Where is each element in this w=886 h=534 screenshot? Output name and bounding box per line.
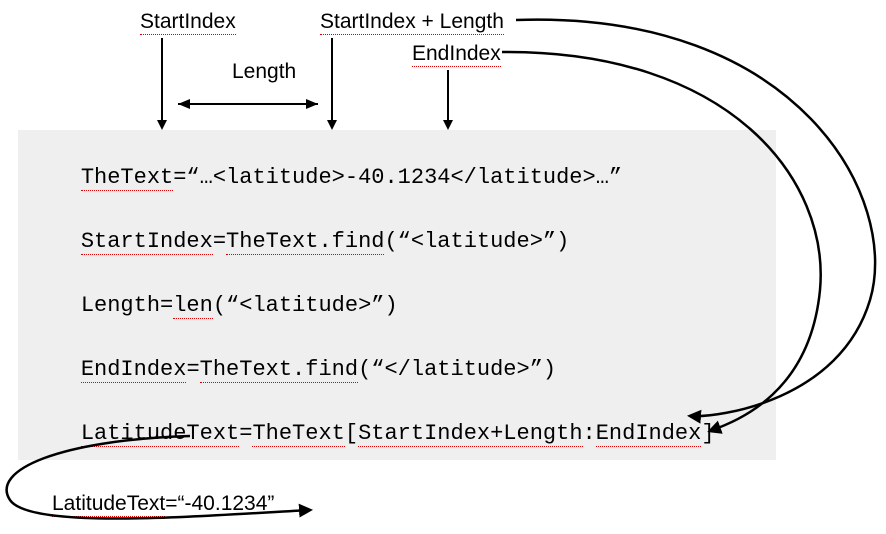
label-startindex-plus-length: StartIndex + Length bbox=[320, 10, 504, 34]
label-startindex: StartIndex bbox=[140, 10, 236, 34]
label-endindex: EndIndex bbox=[412, 42, 501, 66]
label-result: LatitudeText=“-40.1234” bbox=[52, 492, 274, 516]
label-length: Length bbox=[232, 60, 296, 84]
code-line-5: LatitudeText=TheText[StartIndex+Length:E… bbox=[28, 396, 715, 471]
